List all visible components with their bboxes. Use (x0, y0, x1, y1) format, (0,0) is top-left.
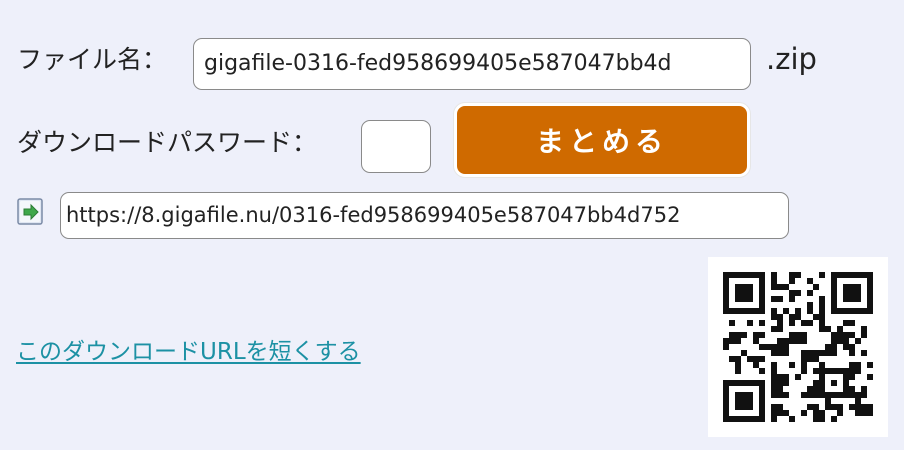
download-url-value: https://8.gigafile.nu/0316-fed958699405e… (66, 203, 681, 227)
link-arrow-icon (17, 198, 45, 226)
filename-input[interactable]: gigafile-0316-fed958699405e587047bb4d (193, 38, 751, 90)
password-label: ダウンロードパスワード： (17, 128, 318, 157)
filename-value: gigafile-0316-fed958699405e587047bb4d (204, 51, 672, 76)
qr-code (708, 257, 888, 437)
password-input[interactable] (361, 120, 431, 173)
qr-code-icon (723, 272, 873, 422)
extension-label: .zip (766, 42, 817, 76)
shorten-url-link[interactable]: このダウンロードURLを短くする (16, 332, 361, 366)
filename-label: ファイル名： (17, 45, 168, 74)
submit-button[interactable]: まとめる (454, 103, 750, 177)
download-url-input[interactable]: https://8.gigafile.nu/0316-fed958699405e… (60, 192, 789, 239)
